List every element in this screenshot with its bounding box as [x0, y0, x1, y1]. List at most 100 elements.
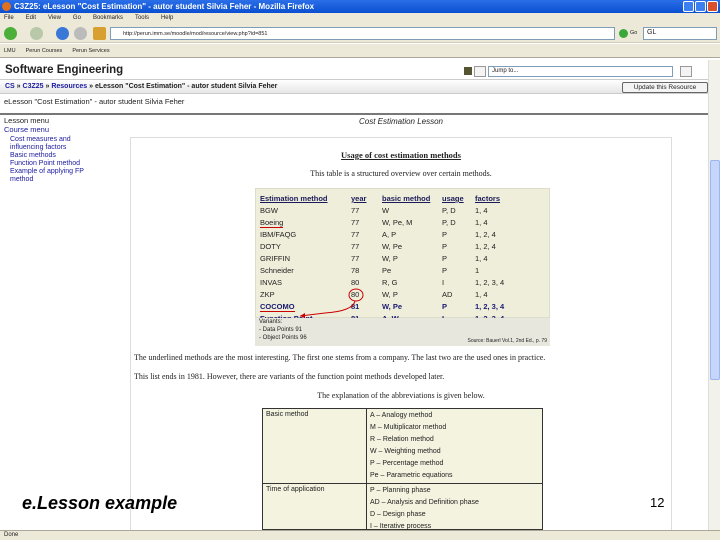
table-row: BGW 77 W P, D 1, 4 [260, 206, 550, 218]
save-icon[interactable] [464, 67, 472, 75]
close-button[interactable] [707, 1, 718, 12]
table-cell: BGW [260, 206, 278, 215]
breadcrumb-course[interactable]: C3Z25 [23, 83, 44, 90]
lesson-menu: Lesson menu Course menu Cost measures an… [4, 116, 104, 184]
menu-item-basic-methods[interactable]: Basic methods [4, 152, 104, 160]
table-cell: W, Pe [382, 302, 403, 311]
search-input[interactable]: GL [643, 27, 717, 40]
window-title: C3Z25: eLesson "Cost Estimation" - autor… [14, 2, 315, 11]
table-cell: P [442, 242, 448, 251]
table-cell: 1, 4 [475, 290, 488, 299]
home-icon[interactable] [93, 27, 106, 40]
table-cell: Schneider [260, 266, 294, 275]
table-cell: Pe [382, 266, 392, 275]
table-header: Estimation method year basic method usage fa… [260, 194, 550, 206]
table-cell: I [442, 278, 445, 287]
table-cell: GRIFFIN [260, 254, 290, 263]
scrollbar-thumb[interactable] [710, 160, 720, 380]
paragraph-underlined: The underlined methods are the most inte… [134, 353, 546, 362]
menu-bar: File Edit View Go Bookmarks Tools Help [0, 13, 720, 23]
firefox-icon [2, 2, 11, 11]
table-cell: Estimation method [260, 194, 328, 203]
course-menu-link[interactable]: Course menu [4, 125, 104, 134]
table-cell: 78 [351, 266, 360, 275]
table-cell: P, D [442, 218, 456, 227]
table-cell: Boeing [260, 218, 284, 228]
maximize-button[interactable] [695, 1, 706, 12]
table-cell: basic method [382, 194, 431, 203]
table-cell: P [442, 266, 448, 275]
table-row: GRIFFIN 77 W, P P 1, 4 [260, 254, 550, 266]
table-row: Boeing 77 W, Pe, M P, D 1, 4 [260, 218, 550, 230]
bookmark-perun-courses[interactable]: Perun Courses [26, 48, 63, 54]
menu-help[interactable]: Help [161, 15, 173, 21]
menu-view[interactable]: View [48, 15, 61, 21]
source-note: Source: Bauerl Vol.1, 2nd Ed., p. 79 [467, 338, 548, 344]
menu-bookmarks[interactable]: Bookmarks [93, 15, 123, 21]
table-cell: W, Pe, M [382, 218, 413, 227]
next-button[interactable] [680, 66, 692, 77]
vertical-scrollbar[interactable] [708, 60, 720, 530]
menu-edit[interactable]: Edit [26, 15, 36, 21]
table-cell: 1, 4 [475, 218, 488, 227]
stop-icon[interactable] [74, 27, 87, 40]
table-cell: P [442, 254, 448, 263]
breadcrumb-cs[interactable]: CS [5, 83, 15, 90]
table-cell: P [442, 302, 448, 311]
table-cell: usage [442, 194, 464, 203]
table-cell: 77 [351, 218, 360, 227]
bookmark-perun-services[interactable]: Perun Services [72, 48, 109, 54]
abbr-category: Basic method [263, 409, 367, 483]
breadcrumb-resources[interactable]: Resources [51, 83, 87, 90]
table-cell: 77 [351, 242, 360, 251]
menu-tools[interactable]: Tools [135, 15, 149, 21]
table-cell: DOTY [260, 242, 281, 251]
bookmark-lmu[interactable]: LMU [4, 48, 16, 54]
update-resource-button[interactable]: Update this Resource [622, 82, 708, 93]
back-icon[interactable] [4, 27, 17, 40]
minimize-button[interactable] [683, 1, 694, 12]
table-cell: W [382, 206, 390, 215]
site-title: Software Engineering [5, 64, 124, 76]
menu-item-function-point[interactable]: Function Point method [4, 160, 104, 168]
lesson-heading: Usage of cost estimation methods [341, 150, 461, 160]
menu-item-cost-measures[interactable]: Cost measures and influencing factors [4, 136, 104, 152]
abbr-item: W – Weighting method [370, 448, 441, 455]
table-cell: 1, 2, 4 [475, 230, 496, 239]
go-button[interactable]: Go [630, 30, 637, 36]
annotation-arrow [299, 288, 364, 318]
menu-file[interactable]: File [4, 15, 14, 21]
table-cell: year [351, 194, 367, 203]
table-cell: 1, 2, 4 [475, 242, 496, 251]
jump-select[interactable]: Jump to... [488, 66, 673, 77]
table-cell: factors [475, 194, 501, 203]
abbr-item: P – Planning phase [370, 487, 431, 494]
table-row: DOTY 77 W, Pe P 1, 2, 4 [260, 242, 550, 254]
table-cell: A, P [382, 230, 397, 239]
prev-button[interactable] [474, 66, 486, 77]
lesson-menu-title: Lesson menu [4, 116, 50, 125]
jump-navigation: Jump to... [464, 66, 694, 77]
paragraph-explanation: The explanation of the abbreviations is … [317, 391, 485, 400]
table-cell: W, P [382, 254, 398, 263]
table-cell: 1 [475, 266, 480, 275]
table-cell: R, G [382, 278, 398, 287]
abbr-item: R – Relation method [370, 436, 434, 443]
navigation-toolbar: http://perun.imm.se/moodle/mod/resource/… [0, 23, 720, 43]
table-cell: 1, 2, 3, 4 [475, 302, 505, 311]
url-input[interactable]: http://perun.imm.se/moodle/mod/resource/… [110, 27, 615, 40]
table-cell: 1, 4 [475, 254, 488, 263]
breadcrumb: CS » C3Z25 » Resources » eLesson "Cost E… [0, 79, 708, 94]
forward-icon[interactable] [30, 27, 43, 40]
abbr-category: Time of application [263, 483, 367, 533]
table-row: IBM/FAQG 77 A, P P 1, 2, 4 [260, 230, 550, 242]
window-titlebar: C3Z25: eLesson "Cost Estimation" - autor… [0, 0, 720, 13]
reload-icon[interactable] [56, 27, 69, 40]
table-cell: 77 [351, 206, 360, 215]
lesson-title: Cost Estimation Lesson [358, 117, 444, 126]
breadcrumb-current: eLesson "Cost Estimation" - autor studen… [94, 83, 278, 90]
abbr-item: D – Design phase [370, 511, 426, 518]
menu-go[interactable]: Go [73, 15, 81, 21]
menu-item-fp-example[interactable]: Example of applying FP method [4, 168, 104, 184]
go-icon[interactable] [619, 29, 628, 38]
